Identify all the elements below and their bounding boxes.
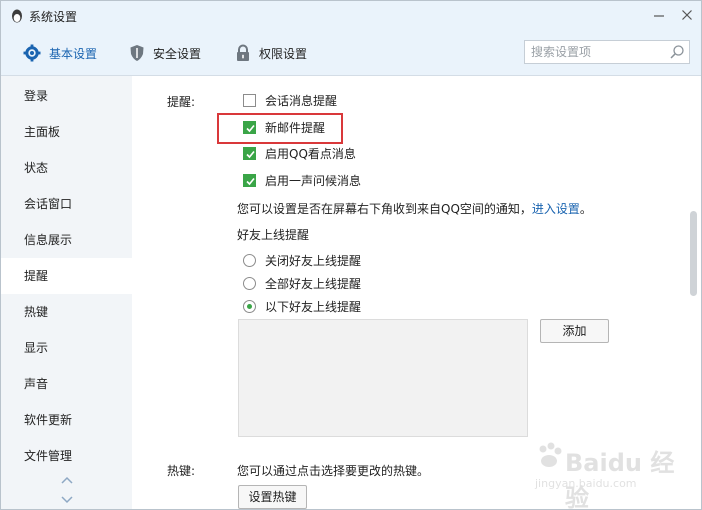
radio-disable-friend-online[interactable]: 关闭好友上线提醒 [243,251,361,269]
chevron-down-icon[interactable] [60,495,74,505]
qzone-notice-body: 您可以设置是否在屏幕右下角收到来自QQ空间的通知， [237,202,532,216]
sidebar-item-info-display[interactable]: 信息展示 [1,222,132,258]
enter-settings-link[interactable]: 进入设置 [532,202,580,216]
radio-label: 全部好友上线提醒 [265,276,362,291]
checkmark-icon [246,177,255,185]
radio-dot [243,253,256,267]
tab-security-settings-label: 安全设置 [153,46,202,61]
radio-all-friend-online[interactable]: 全部好友上线提醒 [243,274,361,292]
scrollbar-thumb[interactable] [690,211,697,296]
hotkey-note: 您可以通过点击选择要更改的热键。 [237,464,430,478]
gear-icon [23,44,41,62]
friend-list-box[interactable] [238,319,528,437]
minimize-icon[interactable] [651,7,667,23]
checkbox-chat-message-reminder[interactable]: 会话消息提醒 [243,91,337,109]
radio-dot-selected [243,299,256,313]
sidebar-item-reminder[interactable]: 提醒 [1,258,132,294]
settings-window: 系统设置 基本设置 安全设置 权限设置 搜索设置项 登录 主面板 状态 会话窗口… [0,0,702,510]
tab-basic-settings-label: 基本设置 [49,46,98,61]
window-title: 系统设置 [29,10,78,24]
sidebar-item-file-management[interactable]: 文件管理 [1,438,132,474]
settings-sidebar: 登录 主面板 状态 会话窗口 信息展示 提醒 热键 显示 声音 软件更新 文件管… [1,76,132,509]
checkmark-icon [246,124,255,132]
sidebar-item-login[interactable]: 登录 [1,78,132,114]
add-friend-button[interactable]: 添加 [540,319,609,343]
radio-label: 以下好友上线提醒 [265,299,362,314]
hotkey-section-label: 热键: [167,464,196,478]
qzone-notice-text: 您可以设置是否在屏幕右下角收到来自QQ空间的通知，进入设置。 [237,200,592,217]
tab-security-settings[interactable]: 安全设置 [129,43,201,63]
sidebar-item-hotkey[interactable]: 热键 [1,294,132,330]
sidebar-item-status[interactable]: 状态 [1,150,132,186]
checkbox-new-mail-reminder[interactable]: 新邮件提醒 [243,118,325,136]
close-icon[interactable] [679,7,695,23]
checkbox-qq-kandian-message[interactable]: 启用QQ看点消息 [243,144,356,162]
lock-icon [237,44,249,61]
checkbox-label: 启用一声问候消息 [265,173,362,188]
sidebar-item-software-update[interactable]: 软件更新 [1,402,132,438]
checkbox-box-checked [243,120,256,134]
tab-basic-settings[interactable]: 基本设置 [23,43,97,63]
checkbox-box-checked [243,173,256,187]
checkbox-label: 新邮件提醒 [265,120,326,135]
title-bar: 系统设置 [1,1,701,31]
checkbox-box-checked [243,146,256,160]
qq-penguin-icon [12,9,22,23]
tab-permission-settings-label: 权限设置 [259,46,308,61]
search-input[interactable] [531,44,661,60]
sidebar-item-display[interactable]: 显示 [1,330,132,366]
checkbox-box [243,93,256,107]
checkbox-label: 启用QQ看点消息 [265,146,356,161]
baidu-watermark: Baidu 经验 jingyan.baidu.com [535,433,695,509]
reminder-section-label: 提醒: [167,95,196,109]
checkmark-icon [246,150,255,158]
sidebar-item-main-panel[interactable]: 主面板 [1,114,132,150]
chevron-up-icon[interactable] [60,475,74,485]
watermark-url: jingyan.baidu.com [535,477,637,490]
radio-label: 关闭好友上线提醒 [265,253,362,268]
paw-icon [539,442,562,467]
sidebar-item-chat-window[interactable]: 会话窗口 [1,186,132,222]
search-box [524,40,690,64]
radio-dot [243,276,256,290]
friend-online-title: 好友上线提醒 [237,228,310,242]
set-hotkey-button[interactable]: 设置热键 [238,485,307,509]
checkbox-label: 会话消息提醒 [265,93,338,108]
sidebar-item-sound[interactable]: 声音 [1,366,132,402]
radio-selected-friend-online[interactable]: 以下好友上线提醒 [243,297,361,315]
tab-permission-settings[interactable]: 权限设置 [235,43,307,63]
settings-toolbar: 基本设置 安全设置 权限设置 [1,31,701,76]
shield-icon [130,45,144,61]
checkbox-greeting-message[interactable]: 启用一声问候消息 [243,171,361,189]
qzone-notice-end: 。 [579,202,592,216]
search-icon[interactable] [669,44,685,60]
